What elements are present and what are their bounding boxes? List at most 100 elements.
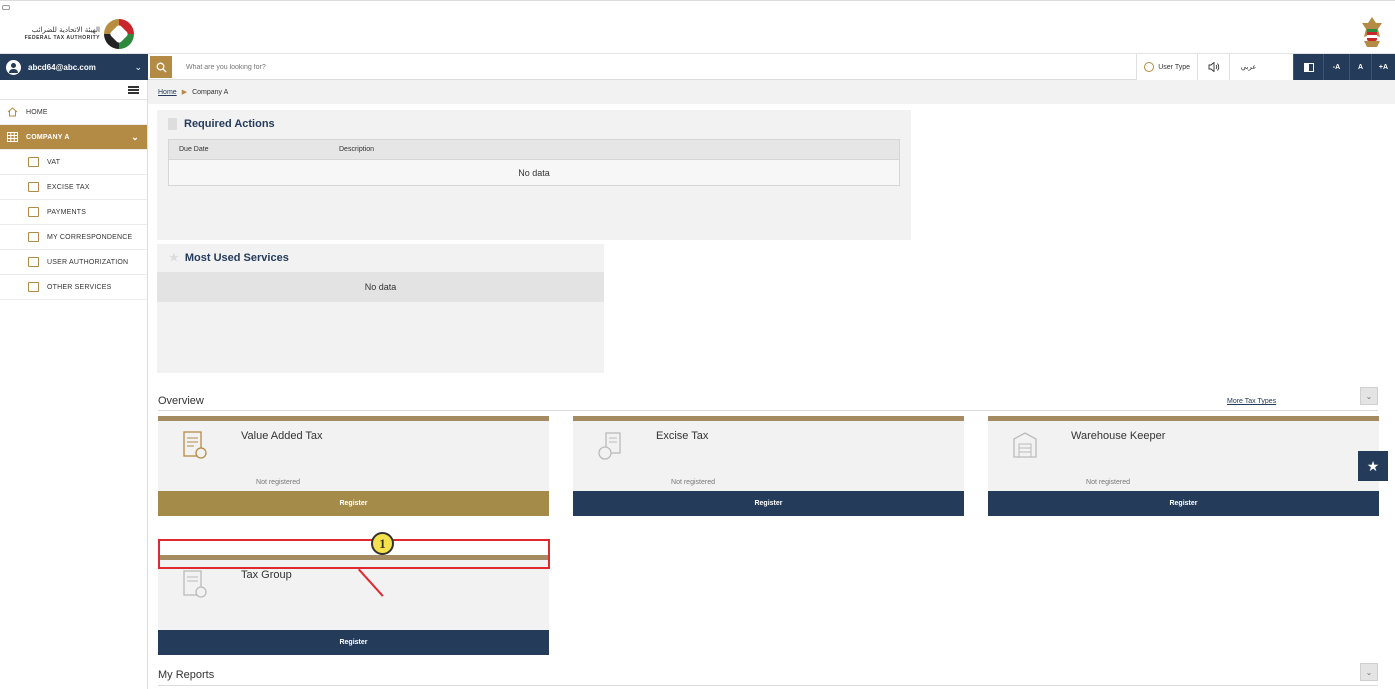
most-used-services-panel: ★ Most Used Services No data xyxy=(157,244,604,373)
top-header: الهيئة الاتحادية للضرائب FEDERAL TAX AUT… xyxy=(0,0,1395,54)
chevron-down-icon: ⌄ xyxy=(1365,391,1373,401)
sidebar-item-label: OTHER SERVICES xyxy=(47,283,112,291)
sidebar-item-my-correspondence[interactable]: MY CORRESPONDENCE xyxy=(0,225,147,250)
sidebar-item-payments[interactable]: PAYMENTS xyxy=(0,200,147,225)
sidebar-item-label: USER AUTHORIZATION xyxy=(47,258,129,266)
navigation-bar: abcd64@abc.com ⌄ User Type عربي -A A xyxy=(0,54,1395,80)
sidebar-item-user-authorization[interactable]: USER AUTHORIZATION xyxy=(0,250,147,275)
logo-english-text: FEDERAL TAX AUTHORITY xyxy=(24,35,100,41)
user-authorization-icon xyxy=(28,257,39,267)
favorites-button[interactable]: ★ xyxy=(1358,451,1388,481)
sidebar-item-company-a[interactable]: COMPANY A ⌄ xyxy=(0,125,147,150)
sidebar: HOME COMPANY A ⌄ VAT EXCISE TAX PAYMENTS… xyxy=(0,80,148,689)
column-header-description[interactable]: Description xyxy=(329,146,374,153)
vat-form-icon xyxy=(183,431,207,459)
breadcrumb-arrow-icon: ▶ xyxy=(181,89,188,96)
chevron-down-icon: ⌄ xyxy=(131,131,139,142)
breadcrumb: Home ▶ Company A xyxy=(148,80,1395,104)
most-used-services-empty: No data xyxy=(157,272,604,302)
card-status: Not registered xyxy=(256,479,300,486)
tax-group-card: Tax Group Register xyxy=(158,555,549,655)
grid-icon xyxy=(7,132,18,142)
sidebar-item-other-services[interactable]: OTHER SERVICES xyxy=(0,275,147,300)
required-actions-table: Due Date Description No data xyxy=(168,139,900,186)
card-title: Excise Tax xyxy=(656,430,709,442)
sidebar-item-label: EXCISE TAX xyxy=(47,183,90,191)
card-status: Not registered xyxy=(671,479,715,486)
language-label: عربي xyxy=(1240,63,1257,71)
sidebar-item-label: PAYMENTS xyxy=(47,208,87,216)
card-title: Value Added Tax xyxy=(241,430,323,442)
most-used-services-title: Most Used Services xyxy=(184,251,289,264)
speaker-icon xyxy=(1208,62,1219,72)
callout-number-badge: 1 xyxy=(371,532,394,555)
breadcrumb-current: Company A xyxy=(192,88,229,96)
fta-logo[interactable]: الهيئة الاتحادية للضرائب FEDERAL TAX AUT… xyxy=(8,19,138,49)
breadcrumb-home-link[interactable]: Home xyxy=(158,89,177,96)
payments-icon xyxy=(28,207,39,217)
tax-group-register-button[interactable]: Register xyxy=(158,630,549,655)
my-reports-title: My Reports xyxy=(158,669,215,681)
fta-logo-icon xyxy=(104,19,134,49)
vat-card: Value Added Tax Not registered Register xyxy=(158,416,549,516)
warehouse-keeper-card: Warehouse Keeper Not registered Register xyxy=(988,416,1379,516)
table-header: Due Date Description xyxy=(169,140,899,159)
vat-register-button[interactable]: Register xyxy=(158,491,549,516)
other-services-icon xyxy=(28,282,39,292)
contrast-button[interactable] xyxy=(1293,54,1323,80)
card-status: Not registered xyxy=(1086,479,1130,486)
sidebar-item-label: VAT xyxy=(47,158,61,166)
contrast-icon xyxy=(1303,62,1314,72)
required-actions-title: Required Actions xyxy=(184,118,275,130)
language-toggle[interactable]: عربي xyxy=(1229,54,1267,80)
required-actions-empty: No data xyxy=(169,159,899,185)
search-icon xyxy=(156,62,166,72)
card-title: Tax Group xyxy=(241,569,292,581)
warehouse-icon xyxy=(1013,432,1037,458)
sidebar-item-label: MY CORRESPONDENCE xyxy=(47,233,133,241)
user-type-label: User Type xyxy=(1158,63,1190,71)
sidebar-item-label: HOME xyxy=(26,108,48,116)
required-actions-panel: Required Actions Due Date Description No… xyxy=(157,110,911,240)
warehouse-register-button[interactable]: Register xyxy=(988,491,1379,516)
tax-group-form-icon xyxy=(183,570,207,598)
font-decrease-button[interactable]: -A xyxy=(1323,54,1349,80)
home-icon xyxy=(7,107,18,117)
chevron-down-icon: ⌄ xyxy=(134,61,142,72)
star-icon: ★ xyxy=(169,252,179,264)
my-reports-collapse-button[interactable]: ⌄ xyxy=(1360,663,1378,681)
more-tax-types-link[interactable]: More Tax Types xyxy=(1227,398,1276,405)
excise-icon xyxy=(28,182,39,192)
overview-collapse-button[interactable]: ⌄ xyxy=(1360,387,1378,405)
vat-icon xyxy=(28,157,39,167)
highlight-box xyxy=(158,539,550,569)
excise-tax-card: Excise Tax Not registered Register xyxy=(573,416,964,516)
search-button[interactable] xyxy=(150,56,172,78)
correspondence-icon xyxy=(28,232,39,242)
window-control-icon[interactable] xyxy=(2,5,10,10)
logo-arabic-text: الهيئة الاتحادية للضرائب xyxy=(31,26,100,34)
sidebar-item-home[interactable]: HOME xyxy=(0,100,147,125)
column-header-due-date[interactable]: Due Date xyxy=(169,146,329,153)
contrast-toggle[interactable] xyxy=(1267,54,1293,80)
uae-emblem-icon xyxy=(1362,17,1382,47)
excise-register-button[interactable]: Register xyxy=(573,491,964,516)
star-icon: ★ xyxy=(1366,457,1380,474)
sidebar-item-label: COMPANY A xyxy=(26,133,70,141)
main-content: Home ▶ Company A Required Actions Due Da… xyxy=(148,80,1395,689)
overview-title: Overview xyxy=(158,395,204,407)
hamburger-menu-icon[interactable] xyxy=(128,85,139,94)
user-type-icon xyxy=(1144,62,1155,72)
clipboard-icon xyxy=(168,118,177,130)
user-menu[interactable]: abcd64@abc.com ⌄ xyxy=(0,54,148,80)
user-type-button[interactable]: User Type xyxy=(1136,54,1197,80)
user-email: abcd64@abc.com xyxy=(28,62,96,72)
user-avatar-icon xyxy=(6,59,21,75)
sidebar-item-vat[interactable]: VAT xyxy=(0,150,147,175)
sidebar-item-excise-tax[interactable]: EXCISE TAX xyxy=(0,175,147,200)
font-normal-button[interactable]: A xyxy=(1349,54,1371,80)
audio-button[interactable] xyxy=(1197,54,1229,80)
search-input[interactable] xyxy=(176,56,776,78)
excise-calculator-icon xyxy=(598,432,621,460)
font-increase-button[interactable]: +A xyxy=(1371,54,1395,80)
